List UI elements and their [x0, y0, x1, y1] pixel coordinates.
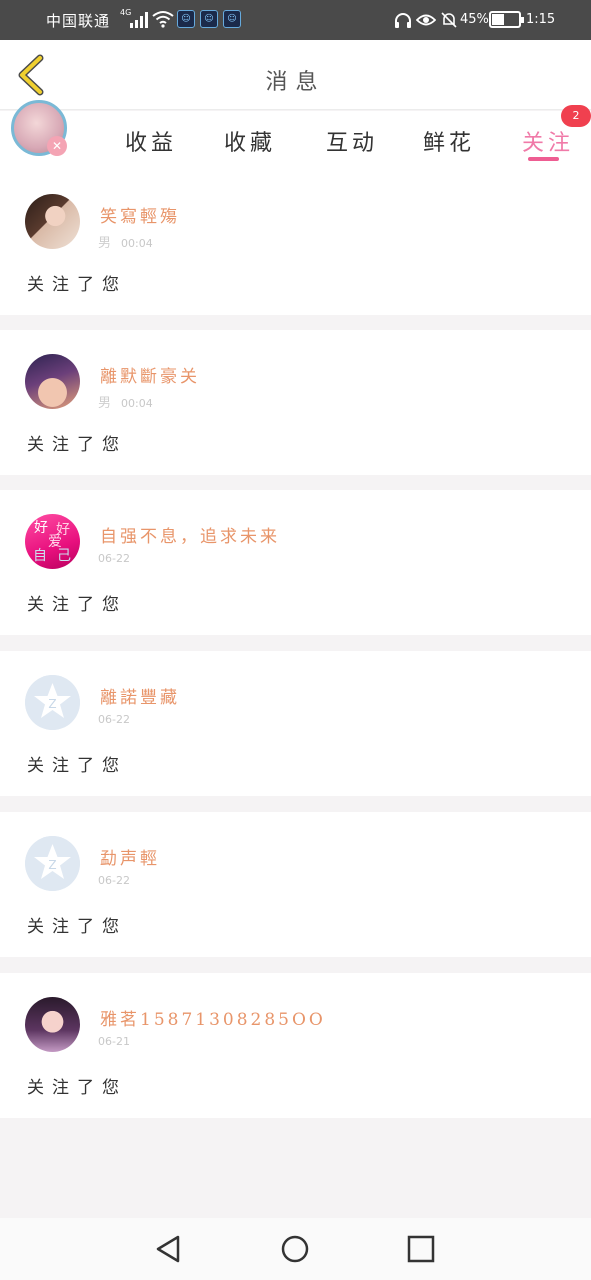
wifi-icon — [152, 11, 174, 28]
item-time: 06-22 — [98, 874, 130, 887]
user-name[interactable]: 雅茗15871308285OO — [100, 1005, 326, 1030]
gender-label: 男 — [98, 236, 112, 251]
list-item[interactable]: Z 離諾豐藏 06-22 关注了您 — [0, 651, 591, 796]
list-item[interactable]: 笑寫輕殤 男 00:04 关注了您 — [0, 170, 591, 315]
action-text: 关注了您 — [27, 917, 127, 937]
avatar-text: 自 — [33, 548, 47, 564]
item-meta: 男 00:04 — [98, 232, 153, 251]
list-end-area — [0, 1118, 591, 1218]
floating-avatar-bubble[interactable]: ✕ — [11, 100, 67, 156]
nav-home-icon[interactable] — [278, 1232, 312, 1266]
item-time: 00:04 — [121, 237, 153, 250]
user-name[interactable]: 離默斷豪关 — [100, 362, 200, 387]
system-nav-bar — [0, 1218, 591, 1280]
app-icon: ☺ — [200, 10, 218, 28]
action-text: 关注了您 — [27, 756, 127, 776]
user-name[interactable]: 勐声輕 — [100, 844, 160, 869]
battery-percent: 45% — [460, 12, 489, 27]
item-meta: 男 00:04 — [98, 392, 153, 411]
battery-icon — [489, 11, 524, 28]
avatar[interactable] — [25, 997, 80, 1052]
avatar[interactable]: 好 好 爱 自 己 — [25, 514, 80, 569]
tab-bar: 收益 收藏 互动 鲜花 关注 2 — [0, 105, 591, 171]
action-text: 关注了您 — [27, 1078, 127, 1098]
tab-favorites[interactable]: 收藏 — [224, 125, 276, 157]
active-tab-indicator — [528, 157, 559, 161]
avatar[interactable] — [25, 354, 80, 409]
battery-fill — [492, 14, 504, 25]
list-item[interactable]: 好 好 爱 自 己 自强不息，追求未来 06-22 关注了您 — [0, 490, 591, 635]
item-time: 00:04 — [121, 397, 153, 410]
item-time: 06-21 — [98, 1035, 130, 1048]
action-text: 关注了您 — [27, 435, 127, 455]
svg-text:Z: Z — [48, 697, 56, 711]
headphones-icon — [395, 13, 411, 28]
gender-label: 男 — [98, 396, 112, 411]
default-avatar-icon[interactable]: Z — [25, 675, 80, 730]
action-text: 关注了您 — [27, 595, 127, 615]
app-icon: ☺ — [223, 10, 241, 28]
status-bar: 中国联通 4G ☺ ☺ ☺ 45% 1:15 — [0, 0, 591, 40]
tab-flowers[interactable]: 鲜花 — [423, 125, 475, 157]
carrier-label: 中国联通 — [46, 12, 111, 30]
item-time: 06-22 — [98, 713, 130, 726]
app-icon: ☺ — [177, 10, 195, 28]
clock: 1:15 — [526, 12, 556, 27]
app-header: 消息 — [0, 40, 591, 110]
list-item[interactable]: 雅茗15871308285OO 06-21 关注了您 — [0, 973, 591, 1118]
mute-bell-icon — [441, 12, 457, 28]
avatar[interactable] — [25, 194, 80, 249]
item-time: 06-22 — [98, 552, 130, 565]
tab-follows[interactable]: 关注 — [522, 125, 574, 157]
unread-badge: 2 — [561, 105, 591, 127]
list-item[interactable]: Z 勐声輕 06-22 关注了您 — [0, 812, 591, 957]
list-item[interactable]: 離默斷豪关 男 00:04 关注了您 — [0, 330, 591, 475]
close-icon[interactable]: ✕ — [47, 136, 67, 156]
page-title: 消息 — [265, 70, 326, 95]
tab-interactions[interactable]: 互动 — [326, 125, 378, 157]
nav-recents-icon[interactable] — [404, 1232, 438, 1266]
svg-text:Z: Z — [48, 858, 56, 872]
eye-icon — [416, 14, 436, 26]
nav-back-icon[interactable] — [152, 1232, 186, 1266]
user-name[interactable]: 自强不息，追求未来 — [100, 522, 280, 547]
default-avatar-icon[interactable]: Z — [25, 836, 80, 891]
tab-earnings[interactable]: 收益 — [125, 125, 177, 157]
action-text: 关注了您 — [27, 275, 127, 295]
user-name[interactable]: 離諾豐藏 — [100, 683, 180, 708]
signal-icon — [130, 12, 148, 28]
avatar-text: 好 — [34, 520, 48, 536]
avatar-text: 己 — [57, 548, 71, 564]
user-name[interactable]: 笑寫輕殤 — [100, 202, 180, 227]
